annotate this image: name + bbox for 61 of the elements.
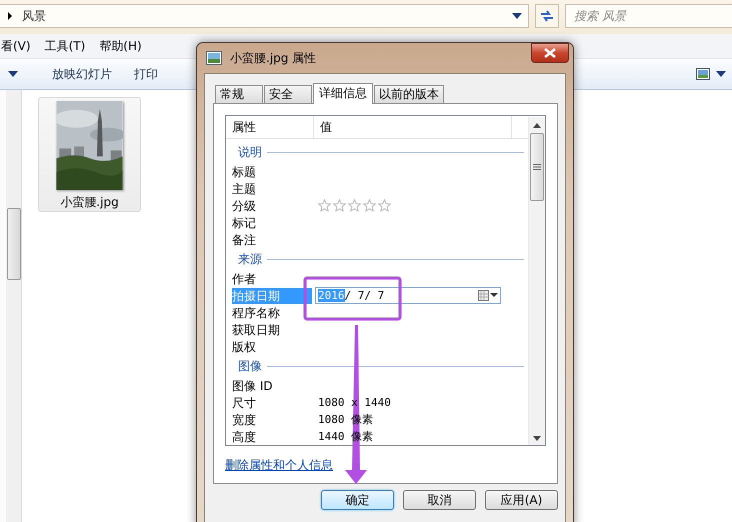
menu-item[interactable]: 工具(T) xyxy=(44,38,86,54)
property-name[interactable]: 高度 xyxy=(232,428,312,444)
rating-stars[interactable] xyxy=(318,199,391,212)
column-header[interactable]: 值 xyxy=(314,116,512,138)
remove-properties-link[interactable]: 删除属性和个人信息 xyxy=(225,457,333,474)
property-name[interactable]: 备注 xyxy=(232,232,312,248)
view-icon xyxy=(696,68,710,80)
star-icon xyxy=(348,199,361,212)
tab[interactable]: 常规 xyxy=(215,85,263,103)
address-path: 风景 xyxy=(22,8,46,24)
property-name[interactable]: 版权 xyxy=(232,338,312,354)
dialog-button[interactable]: 应用(A) xyxy=(485,490,558,510)
image-file-icon xyxy=(206,51,222,65)
toolbar-button[interactable]: 放映幻灯片 xyxy=(44,66,120,82)
file-name: 小蛮腰.jpg xyxy=(60,194,119,211)
date-field[interactable]: 2016/ 7/ 7 xyxy=(315,287,501,304)
star-icon xyxy=(378,199,391,212)
property-name[interactable]: 标题 xyxy=(232,164,312,180)
refresh-icon xyxy=(539,9,556,23)
dialog-button[interactable]: 取消 xyxy=(403,490,476,510)
address-field[interactable]: 风景 xyxy=(0,4,530,28)
scrollbar[interactable] xyxy=(528,117,545,445)
dialog-button[interactable]: 确定 xyxy=(321,490,394,510)
star-icon xyxy=(333,199,346,212)
file-item[interactable]: 小蛮腰.jpg xyxy=(38,97,141,212)
property-name[interactable]: 分级 xyxy=(232,198,312,214)
group-title: 图像 xyxy=(238,358,262,374)
refresh-button[interactable] xyxy=(535,4,559,28)
property-name[interactable]: 尺寸 xyxy=(232,394,312,410)
close-icon xyxy=(544,48,556,58)
property-name[interactable]: 宽度 xyxy=(232,412,312,428)
dropdown-icon xyxy=(716,71,726,77)
menu-item[interactable]: 帮助(H) xyxy=(99,38,142,54)
scroll-up-icon xyxy=(533,123,541,128)
property-name[interactable]: 作者 xyxy=(232,270,312,286)
property-name[interactable]: 主题 xyxy=(232,180,312,196)
column-header[interactable]: 属性 xyxy=(226,116,314,138)
property-name[interactable]: 标记 xyxy=(232,214,312,230)
star-icon xyxy=(363,199,376,212)
menu-item[interactable]: 看(V) xyxy=(1,38,31,54)
date-value: 2016/ 7/ 7 xyxy=(318,289,384,302)
property-name[interactable]: 获取日期 xyxy=(232,322,312,338)
property-name[interactable]: 图像 ID xyxy=(232,378,312,394)
close-button[interactable] xyxy=(531,43,569,63)
group-title: 来源 xyxy=(238,250,262,268)
calendar-dropdown-icon xyxy=(478,290,498,301)
tab[interactable]: 以前的版本 xyxy=(374,85,444,103)
window-title: 小蛮腰.jpg 属性 xyxy=(230,50,316,66)
group-title: 说明 xyxy=(238,144,262,160)
dropdown-icon xyxy=(8,71,18,77)
star-icon xyxy=(318,199,331,212)
scrollbar[interactable] xyxy=(6,90,21,522)
caret-icon xyxy=(6,12,14,20)
toolbar-button[interactable]: 打印 xyxy=(126,66,166,82)
grip-icon xyxy=(533,164,541,170)
scroll-down-icon xyxy=(533,436,541,441)
property-name[interactable]: 程序名称 xyxy=(232,304,312,320)
tab[interactable]: 安全 xyxy=(264,85,312,103)
search-field[interactable]: 搜索 风景 xyxy=(565,4,732,28)
dropdown-icon xyxy=(512,13,522,19)
tab[interactable]: 详细信息 xyxy=(313,83,373,104)
